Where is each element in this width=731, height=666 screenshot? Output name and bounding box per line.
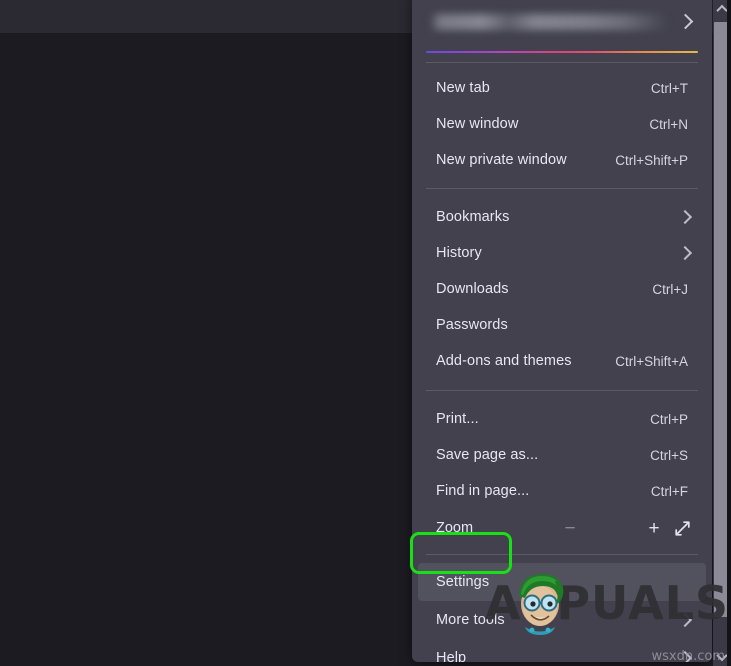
chevron-right-icon <box>676 208 694 226</box>
chevron-right-icon <box>676 244 694 262</box>
menu-item-label: Downloads <box>436 281 509 297</box>
menu-item-label: Help <box>436 650 467 662</box>
menu-item-downloads[interactable]: Downloads Ctrl+J <box>418 271 706 307</box>
separator <box>426 62 698 63</box>
separator <box>426 390 698 391</box>
zoom-label: Zoom <box>436 520 474 536</box>
menu-item-label: Settings <box>436 574 490 590</box>
menu-item-print[interactable]: Print... Ctrl+P <box>418 401 706 437</box>
menu-item-shortcut: Ctrl+T <box>650 80 688 96</box>
menu-item-label: Add-ons and themes <box>436 353 572 369</box>
menu-item-label: Find in page... <box>436 483 530 499</box>
menu-item-shortcut: Ctrl+S <box>650 447 688 463</box>
chevron-right-icon <box>674 11 696 33</box>
source-url-watermark: wsxdn.com <box>651 649 726 664</box>
zoom-out-button[interactable]: − <box>556 514 584 542</box>
expand-arrows-icon[interactable] <box>668 514 696 542</box>
menu-item-shortcut: Ctrl+F <box>650 483 688 499</box>
menu-item-settings[interactable]: Settings <box>418 563 706 601</box>
menu-item-label: History <box>436 245 482 261</box>
separator <box>426 188 698 189</box>
menu-item-label: Bookmarks <box>436 209 510 225</box>
menu-item-save-page-as[interactable]: Save page as... Ctrl+S <box>418 437 706 473</box>
menu-item-more-tools[interactable]: More tools <box>418 601 706 639</box>
zoom-row: Zoom − + <box>418 509 706 547</box>
zoom-in-button[interactable]: + <box>640 514 668 542</box>
menu-item-label: Save page as... <box>436 447 539 463</box>
account-gradient-underline <box>426 51 698 53</box>
menu-item-label: New private window <box>436 152 567 168</box>
menu-item-passwords[interactable]: Passwords <box>418 307 706 343</box>
menu-item-find-in-page[interactable]: Find in page... Ctrl+F <box>418 473 706 509</box>
window-right-edge <box>727 0 731 666</box>
menu-item-shortcut: Ctrl+N <box>649 116 688 132</box>
menu-item-label: New tab <box>436 80 490 96</box>
menu-item-shortcut: Ctrl+J <box>652 281 688 297</box>
menu-item-new-private-window[interactable]: New private window Ctrl+Shift+P <box>418 142 706 178</box>
menu-item-history[interactable]: History <box>418 235 706 271</box>
chevron-up-icon <box>716 4 728 17</box>
chevron-right-icon <box>676 611 694 629</box>
account-email-redacted <box>430 14 668 30</box>
application-menu-panel: New tab Ctrl+T New window Ctrl+N New pri… <box>412 0 712 662</box>
menu-item-label: Print... <box>436 411 479 427</box>
menu-item-label: New window <box>436 116 519 132</box>
menu-item-new-window[interactable]: New window Ctrl+N <box>418 106 706 142</box>
menu-item-shortcut: Ctrl+Shift+P <box>615 152 688 168</box>
account-row[interactable] <box>418 0 706 46</box>
menu-item-shortcut: Ctrl+P <box>650 411 688 427</box>
menu-item-addons-and-themes[interactable]: Add-ons and themes Ctrl+Shift+A <box>418 343 706 379</box>
menu-item-label: More tools <box>436 612 505 628</box>
menu-item-label: Passwords <box>436 317 508 333</box>
menu-item-new-tab[interactable]: New tab Ctrl+T <box>418 70 706 106</box>
separator <box>426 554 698 555</box>
menu-item-shortcut: Ctrl+Shift+A <box>615 353 688 369</box>
menu-item-bookmarks[interactable]: Bookmarks <box>418 199 706 235</box>
screenshot-root: New tab Ctrl+T New window Ctrl+N New pri… <box>0 0 731 666</box>
